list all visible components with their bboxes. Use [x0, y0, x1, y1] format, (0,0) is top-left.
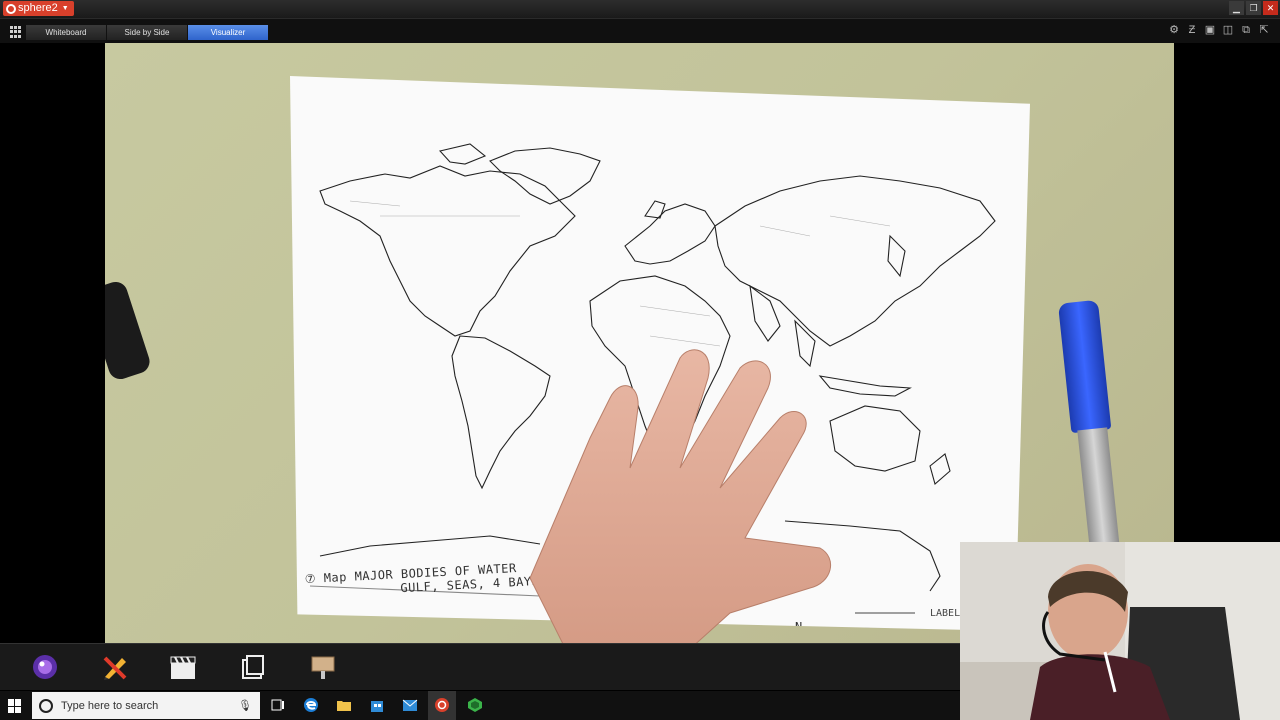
gallery-icon[interactable]: [238, 652, 268, 682]
app-name: sphere2: [18, 2, 58, 14]
label-legend-text: LABEL: [930, 608, 960, 619]
clapper-icon[interactable]: [168, 652, 198, 682]
tab-visualizer[interactable]: Visualizer: [188, 25, 269, 40]
split-icon[interactable]: ◫: [1222, 24, 1234, 36]
freeze-icon[interactable]: Ƶ: [1186, 24, 1198, 36]
apps-grid-icon[interactable]: [10, 26, 22, 38]
presenter-hand: [529, 349, 831, 643]
tab-side-by-side[interactable]: Side by Side: [107, 25, 188, 40]
title-bar: sphere2 ▼ ▁ ❐ ✕: [0, 0, 1280, 18]
minimize-button[interactable]: ▁: [1229, 1, 1244, 15]
chevron-down-icon: ▼: [61, 5, 69, 12]
mail-icon[interactable]: [402, 697, 418, 713]
app-green-icon[interactable]: [467, 697, 483, 713]
cable-shadow: [105, 278, 153, 383]
camera-settings-icon[interactable]: ⚙: [1168, 24, 1180, 36]
webcam-overlay: [960, 542, 1280, 720]
search-placeholder: Type here to search: [61, 699, 159, 712]
app-menu-button[interactable]: sphere2 ▼: [3, 1, 74, 16]
mode-toolbar: Whiteboard Side by Side Visualizer ⚙ Ƶ ▣…: [0, 18, 1280, 43]
tab-whiteboard[interactable]: Whiteboard: [26, 25, 107, 40]
taskbar-search-box[interactable]: Type here to search 🎙︎: [32, 692, 260, 719]
microphone-icon[interactable]: 🎙︎: [238, 699, 252, 712]
presenter-webcam-feed: [960, 542, 1280, 720]
sphere2-logo-icon: [6, 3, 16, 14]
layout-icon[interactable]: ▣: [1204, 24, 1216, 36]
cortana-circle-icon: [39, 698, 53, 713]
file-explorer-icon[interactable]: [336, 697, 352, 713]
annotate-pencil-icon[interactable]: [100, 652, 130, 682]
maximize-button[interactable]: ❐: [1246, 1, 1261, 15]
presentation-icon[interactable]: [308, 652, 338, 682]
edge-icon[interactable]: [303, 697, 319, 713]
tool-dock: [0, 643, 960, 690]
lens-icon[interactable]: [30, 652, 60, 682]
popout-icon[interactable]: ⇱: [1258, 24, 1270, 36]
windows-taskbar: Type here to search 🎙︎: [0, 691, 960, 720]
windows-start-icon[interactable]: [8, 699, 22, 713]
sphere2-icon[interactable]: [434, 697, 450, 713]
close-button[interactable]: ✕: [1263, 1, 1278, 15]
store-icon[interactable]: [369, 697, 385, 713]
snapshot-icon[interactable]: ⧉: [1240, 24, 1252, 36]
task-view-icon[interactable]: [270, 697, 286, 713]
